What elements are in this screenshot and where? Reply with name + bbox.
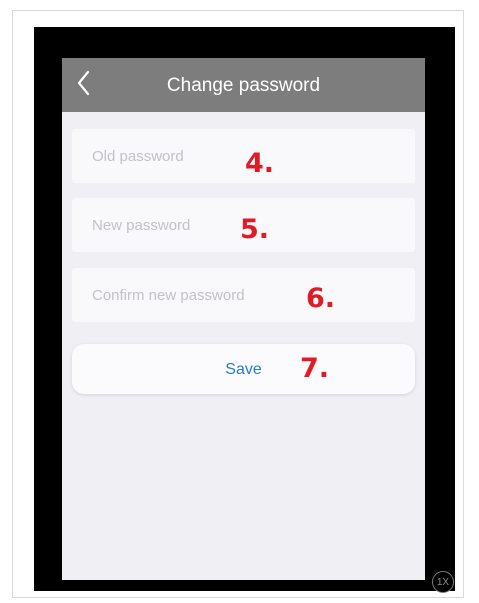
zoom-badge: 1X	[432, 571, 454, 593]
old-password-field[interactable]	[72, 129, 415, 183]
old-password-input[interactable]	[92, 141, 292, 171]
navigation-bar: Change password	[62, 58, 425, 112]
chevron-left-icon	[77, 70, 90, 96]
back-button[interactable]	[66, 66, 102, 102]
confirm-password-field[interactable]	[72, 268, 415, 322]
new-password-input[interactable]	[92, 210, 292, 240]
save-button[interactable]: Save	[72, 344, 415, 394]
app-screen: Change password Save	[62, 58, 425, 580]
page-title: Change password	[166, 75, 321, 96]
new-password-field[interactable]	[72, 198, 415, 252]
confirm-password-input[interactable]	[92, 280, 292, 310]
device-frame: Change password Save	[34, 27, 455, 591]
